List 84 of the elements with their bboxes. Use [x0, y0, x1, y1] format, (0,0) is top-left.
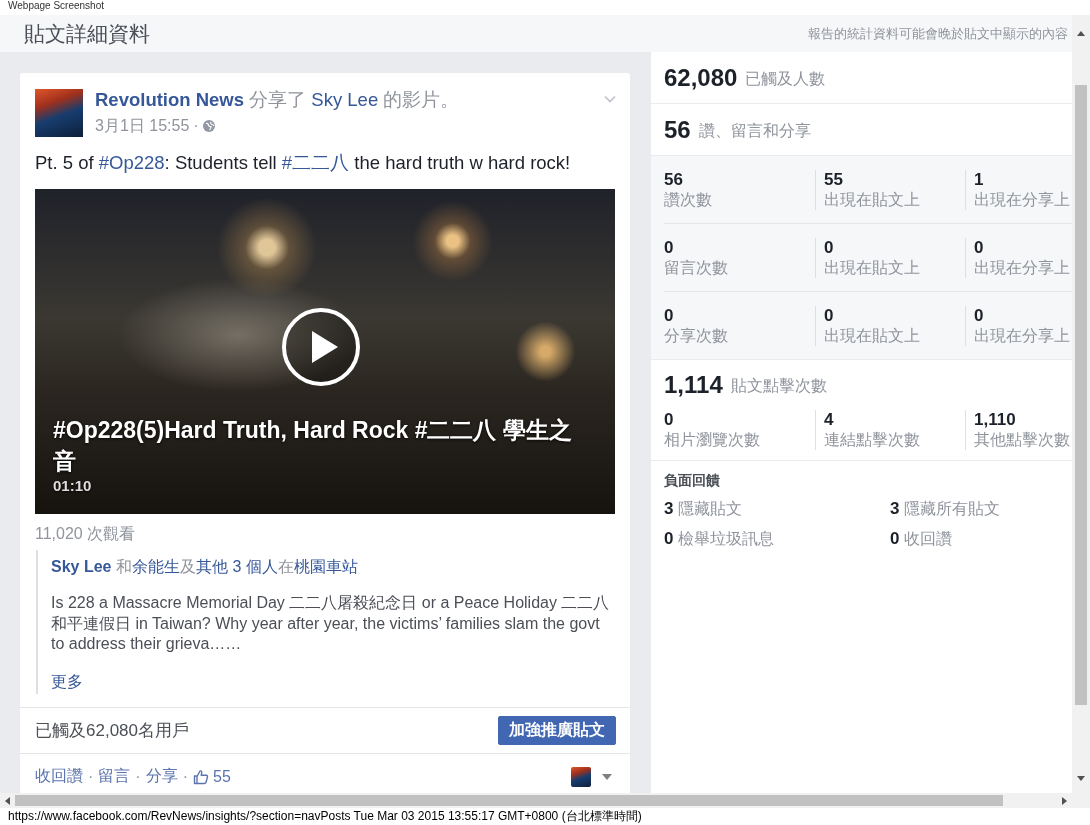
stat-label: 出現在貼文上	[824, 325, 920, 346]
post-header-text: Revolution News 分享了 Sky Lee 的影片。	[95, 89, 460, 111]
stat-label: 檢舉垃圾訊息	[678, 529, 775, 549]
stat-value: 1,110	[974, 409, 1016, 430]
stat-label: 連結點擊次數	[824, 429, 920, 450]
scroll-up-icon[interactable]	[1077, 30, 1085, 36]
stat-value: 0	[664, 409, 674, 430]
negative-feedback-title: 負面回饋	[664, 471, 720, 489]
see-more-link[interactable]: 更多	[51, 671, 83, 692]
small-avatar-image[interactable]	[571, 766, 591, 787]
separator: ·	[193, 117, 199, 135]
stat-label: 其他點擊次數	[974, 429, 1070, 450]
stat-value: 0	[974, 305, 984, 326]
vertical-scrollbar[interactable]	[1072, 15, 1090, 793]
stat-label: 出現在分享上	[974, 189, 1070, 210]
stat-value: 1	[974, 169, 984, 190]
stat-value: 0	[890, 529, 900, 549]
stat-value: 0	[824, 305, 834, 326]
stat-label: 留言次數	[664, 257, 728, 278]
video-duration: 01:10	[53, 477, 92, 495]
like-count-link[interactable]: 55	[193, 767, 231, 786]
stat-value: 0	[664, 305, 674, 326]
scroll-right-icon[interactable]	[1062, 796, 1067, 805]
stat-label: 讚次數	[664, 189, 712, 210]
boost-post-button[interactable]: 加強推廣貼文	[498, 715, 616, 745]
engagement-label: 讚、留言和分享	[698, 120, 811, 141]
post-message: Pt. 5 of #Op228: Students tell #二二八 the hard truth w hard rock!	[35, 151, 572, 175]
avatar-image[interactable]	[35, 89, 83, 137]
delay-note: 報告的統計資料可能會晚於貼文中顯示的內容	[808, 24, 1068, 43]
stat-label: 隱藏所有貼文	[904, 499, 1001, 519]
horizontal-scrollbar[interactable]	[0, 793, 1090, 808]
video-title: #Op228(5)Hard Truth, Hard Rock #二二八 學生之音	[53, 416, 573, 476]
hashtag-link[interactable]: #Op228	[98, 152, 165, 173]
reach-label: 已觸及人數	[745, 68, 826, 89]
stat-label: 分享次數	[664, 325, 728, 346]
separator: ·	[135, 767, 141, 786]
stat-value: 3	[664, 499, 674, 519]
separator: ·	[182, 767, 188, 786]
stat-label: 出現在貼文上	[824, 257, 920, 278]
stat-value: 3	[890, 499, 900, 519]
tagged-people-text: Sky Lee 和余能生及其他 3 個人在桃園車站	[51, 557, 358, 577]
stat-label: 出現在分享上	[974, 325, 1070, 346]
stat-value: 55	[824, 169, 843, 190]
user-link[interactable]: Sky Lee	[311, 89, 379, 110]
clicks-label: 貼文點擊次數	[730, 376, 827, 396]
hashtag-link[interactable]: #二二八	[281, 152, 350, 173]
stat-value: 4	[824, 409, 834, 430]
scroll-left-icon[interactable]	[5, 796, 10, 805]
scroll-down-icon[interactable]	[1077, 775, 1085, 781]
separator: ·	[88, 767, 94, 786]
user-link[interactable]: Sky Lee	[51, 558, 112, 575]
tag-link[interactable]: 桃園車站	[293, 558, 358, 575]
page-title: 貼文詳細資料	[24, 20, 150, 47]
view-count: 11,020 次觀看	[34, 524, 137, 544]
caret-down-icon[interactable]	[602, 773, 612, 780]
video-thumbnail[interactable]: #Op228(5)Hard Truth, Hard Rock #二二八 學生之音 01:10	[35, 189, 615, 514]
stat-label: 收回讚	[904, 529, 953, 549]
stat-label: 出現在分享上	[974, 257, 1070, 278]
scroll-thumb[interactable]	[1075, 85, 1087, 705]
post-action-link[interactable]: 收回讚	[35, 766, 83, 787]
stat-value: 0	[664, 529, 674, 549]
page-name-link[interactable]: Revolution News	[95, 89, 245, 110]
clicks-count: 1,114	[664, 371, 723, 399]
stat-value: 0	[974, 237, 984, 258]
shared-post-description: Is 228 a Massacre Memorial Day 二二八屠殺紀念日 or a Peace Holiday 二二八和平連假日 in Taiwan? Why year after year, the victims’ families slam the govt to address their grieva……	[51, 593, 611, 654]
status-url-text: https://www.facebook.com/RevNews/insights/?section=navPosts Tue Mar 03 2015 13:55:17 GMT+0800 (台北標準時間)	[7, 808, 642, 825]
stat-label: 出現在貼文上	[824, 189, 920, 210]
play-button[interactable]	[281, 307, 361, 387]
stat-value: 0	[824, 237, 834, 258]
post-action-link[interactable]: 分享	[145, 766, 178, 787]
reach-summary: 已觸及62,080名用戶	[35, 719, 189, 742]
thumbs-up-icon	[193, 768, 209, 785]
tag-link[interactable]: 余能生	[131, 558, 180, 575]
stat-label: 隱藏貼文	[678, 499, 743, 519]
stat-value: 56	[664, 169, 683, 190]
scroll-thumb[interactable]	[15, 795, 1003, 806]
globe-icon	[202, 120, 215, 132]
stat-value: 0	[664, 237, 674, 258]
reach-count: 62,080	[664, 63, 738, 92]
stat-label: 相片瀏覽次數	[664, 429, 760, 450]
screenshot-caption: Webpage Screenshot	[7, 0, 104, 13]
tag-link[interactable]: 其他 3 個人	[195, 558, 278, 575]
post-action-link[interactable]: 留言	[98, 766, 131, 787]
engagement-count: 56	[664, 115, 691, 144]
